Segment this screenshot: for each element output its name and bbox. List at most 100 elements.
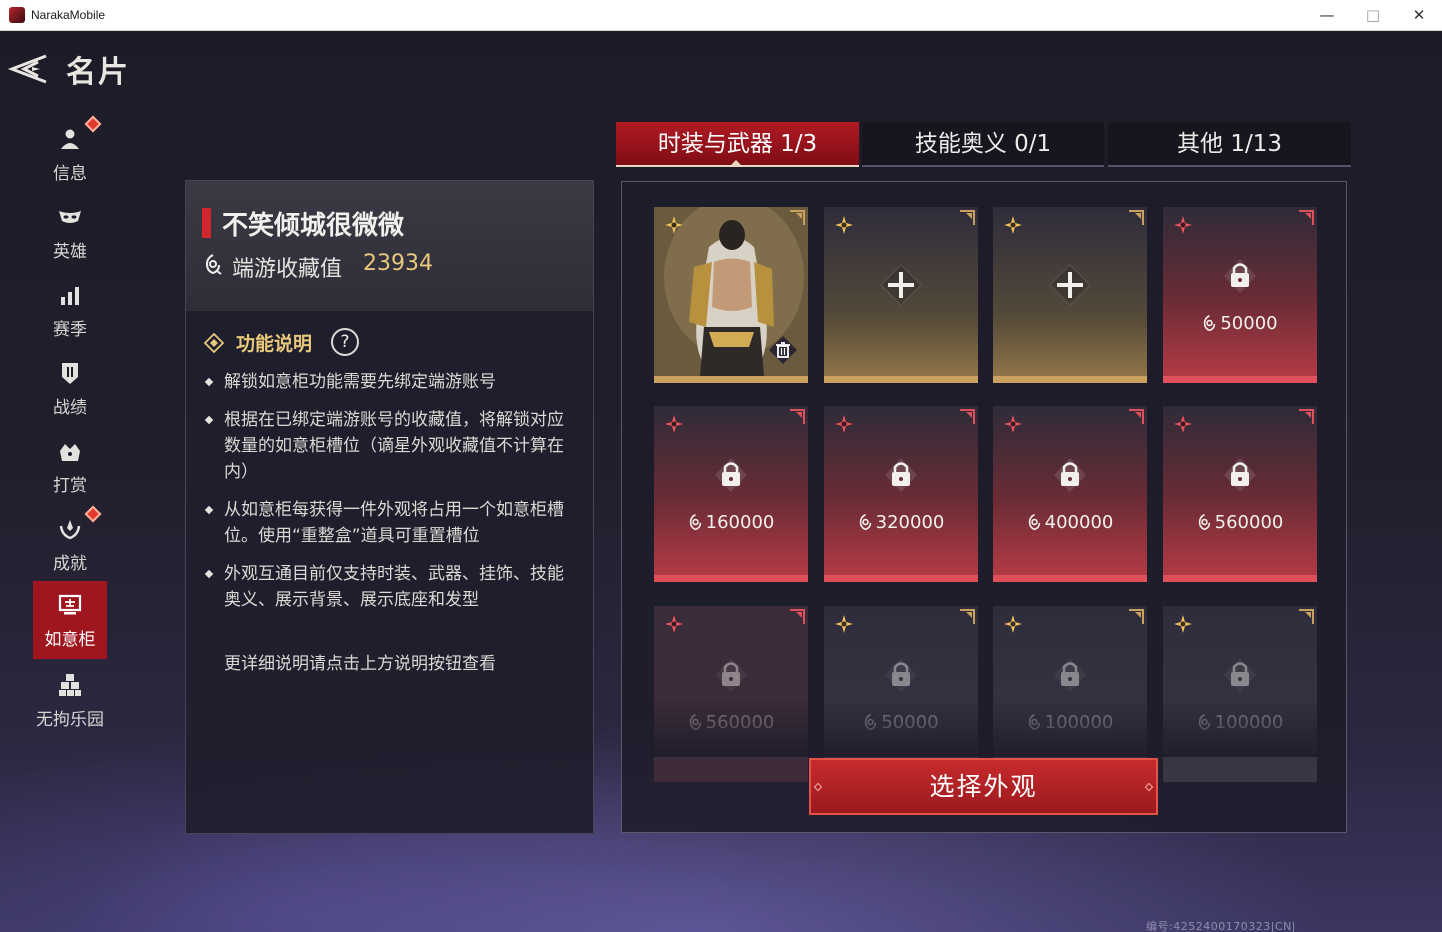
plus-icon bbox=[880, 264, 922, 306]
cabinet-slots-panel: 50000 160000 320000 400000 560000 bbox=[621, 181, 1347, 833]
back-arrow-icon[interactable] bbox=[4, 53, 48, 85]
cabinet-slot-empty[interactable] bbox=[824, 207, 978, 383]
cabinet-slot-locked[interactable]: 160000 bbox=[654, 406, 808, 582]
select-appearance-button[interactable]: 选择外观 bbox=[809, 758, 1158, 815]
info-panel: 不笑倾城很微微 端游收藏值 23934 功能说明 ? 解锁如意柜功能需要先绑定端… bbox=[185, 180, 594, 834]
close-button[interactable]: ✕ bbox=[1396, 0, 1442, 31]
window-title: NarakaMobile bbox=[31, 8, 106, 22]
shield-icon bbox=[62, 363, 78, 384]
sidebar-item-heroes[interactable]: 英雄 bbox=[33, 193, 107, 271]
list-item: 外观互通目前仅支持时装、武器、挂饰、技能奥义、展示背景、展示底座和发型 bbox=[204, 561, 579, 613]
collection-icon bbox=[1028, 513, 1040, 531]
collection-icon bbox=[859, 513, 871, 531]
cabinet-slot-empty[interactable] bbox=[993, 207, 1147, 383]
collection-label: 端游收藏值 bbox=[232, 257, 343, 282]
sidebar-item-label: 如意柜 bbox=[44, 630, 96, 650]
red-rarity-icon bbox=[1174, 415, 1192, 433]
lock-icon bbox=[1054, 658, 1086, 692]
app-icon bbox=[9, 7, 25, 23]
cabinet-slot-locked[interactable]: 50000 bbox=[1163, 207, 1317, 383]
red-rarity-icon bbox=[1174, 216, 1192, 234]
sidebar-item-label: 打赏 bbox=[53, 476, 87, 496]
red-rarity-icon bbox=[835, 415, 853, 433]
sidebar-item-playground[interactable]: 无拘乐园 bbox=[33, 661, 107, 739]
corner-ornament-icon bbox=[790, 609, 805, 624]
corner-ornament-icon bbox=[1129, 409, 1144, 424]
ornament-dot bbox=[813, 782, 823, 792]
corner-ornament-icon bbox=[960, 609, 975, 624]
unlock-price: 320000 bbox=[824, 512, 978, 533]
lock-icon bbox=[885, 658, 917, 692]
red-rarity-icon bbox=[1004, 415, 1022, 433]
cabinet-slot-locked[interactable]: 320000 bbox=[824, 406, 978, 582]
sidebar-item-label: 英雄 bbox=[53, 242, 87, 262]
collection-value: 23934 bbox=[363, 251, 433, 276]
lock-icon bbox=[1224, 259, 1256, 293]
unlock-price: 50000 bbox=[1163, 313, 1317, 334]
sidebar-item-season[interactable]: 赛季 bbox=[33, 271, 107, 349]
corner-ornament-icon bbox=[960, 210, 975, 225]
unlock-price: 560000 bbox=[1163, 512, 1317, 533]
tab-fashion-weapons[interactable]: 时装与武器 1/3 bbox=[616, 122, 859, 167]
red-rarity-icon bbox=[665, 415, 683, 433]
name-accent-bar bbox=[202, 208, 211, 238]
diamond-icon bbox=[204, 333, 224, 353]
gift-icon bbox=[60, 444, 80, 461]
red-rarity-icon bbox=[665, 615, 683, 633]
collection-icon bbox=[1198, 513, 1210, 531]
sidebar-item-label: 成就 bbox=[53, 554, 87, 574]
page-title: 名片 bbox=[66, 55, 130, 90]
collection-icon bbox=[689, 513, 701, 531]
sidebar-item-label: 战绩 bbox=[53, 398, 87, 418]
corner-ornament-icon bbox=[1129, 210, 1144, 225]
sidebar-item-reward[interactable]: 打赏 bbox=[33, 427, 107, 505]
laurel-icon bbox=[59, 520, 81, 540]
tab-other[interactable]: 其他 1/13 bbox=[1108, 122, 1351, 167]
gold-rarity-icon bbox=[1004, 615, 1022, 633]
lock-icon bbox=[1224, 658, 1256, 692]
list-item: 根据在已绑定端游账号的收藏值，将解锁对应数量的如意柜槽位（谪星外观收藏值不计算在… bbox=[204, 407, 579, 485]
window-titlebar: NarakaMobile — □ ✕ bbox=[0, 0, 1442, 31]
sidebar-item-record[interactable]: 战绩 bbox=[33, 349, 107, 427]
scroll-fade-overlay bbox=[650, 697, 1320, 757]
gold-rarity-icon bbox=[1174, 615, 1192, 633]
function-title: 功能说明 bbox=[236, 333, 313, 355]
cabinet-slot-locked[interactable]: 400000 bbox=[993, 406, 1147, 582]
gold-rarity-icon bbox=[835, 216, 853, 234]
gold-rarity-icon bbox=[835, 615, 853, 633]
game-viewport: 名片 信息 英雄 赛季 战绩 打赏 成就 如意柜 无拘乐园 不笑倾城很微微 端游… bbox=[0, 31, 1442, 932]
trash-icon[interactable] bbox=[768, 335, 798, 365]
tab-skill-ultimate[interactable]: 技能奥义 0/1 bbox=[862, 122, 1104, 167]
unlock-price: 400000 bbox=[993, 512, 1147, 533]
lock-icon bbox=[715, 458, 747, 492]
plus-icon bbox=[1049, 264, 1091, 306]
lock-icon bbox=[715, 658, 747, 692]
help-button[interactable]: ? bbox=[331, 328, 359, 356]
minimize-button[interactable]: — bbox=[1304, 0, 1350, 31]
ornament-dot bbox=[1144, 782, 1154, 792]
cabinet-slot-locked[interactable]: 560000 bbox=[1163, 406, 1317, 582]
player-name: 不笑倾城很微微 bbox=[222, 211, 405, 241]
cabinet-slot-filled[interactable] bbox=[654, 207, 808, 383]
corner-ornament-icon bbox=[960, 409, 975, 424]
person-icon bbox=[61, 129, 79, 149]
mask-icon bbox=[59, 211, 81, 223]
profile-card: 不笑倾城很微微 端游收藏值 23934 bbox=[186, 181, 593, 311]
corner-ornament-icon bbox=[1129, 609, 1144, 624]
maximize-button[interactable]: □ bbox=[1350, 0, 1396, 31]
build-id-text: 编号:4252400170323|CN| bbox=[1146, 920, 1297, 932]
lock-icon bbox=[1054, 458, 1086, 492]
active-tab-indicator bbox=[729, 160, 743, 167]
corner-ornament-icon bbox=[790, 409, 805, 424]
sidebar-item-label: 赛季 bbox=[53, 320, 87, 340]
blocks-icon bbox=[59, 674, 81, 696]
instructions-list: 解锁如意柜功能需要先绑定端游账号 根据在已绑定端游账号的收藏值，将解锁对应数量的… bbox=[204, 369, 579, 625]
corner-ornament-icon bbox=[790, 210, 805, 225]
corner-ornament-icon bbox=[1299, 409, 1314, 424]
sidebar-item-label: 信息 bbox=[53, 164, 87, 184]
corner-ornament-icon bbox=[1299, 210, 1314, 225]
gold-rarity-icon bbox=[1004, 216, 1022, 234]
sidebar-item-cabinet[interactable]: 如意柜 bbox=[33, 581, 107, 659]
sidebar-item-label: 无拘乐园 bbox=[36, 710, 104, 730]
info-footer-text: 更详细说明请点击上方说明按钮查看 bbox=[224, 654, 496, 674]
